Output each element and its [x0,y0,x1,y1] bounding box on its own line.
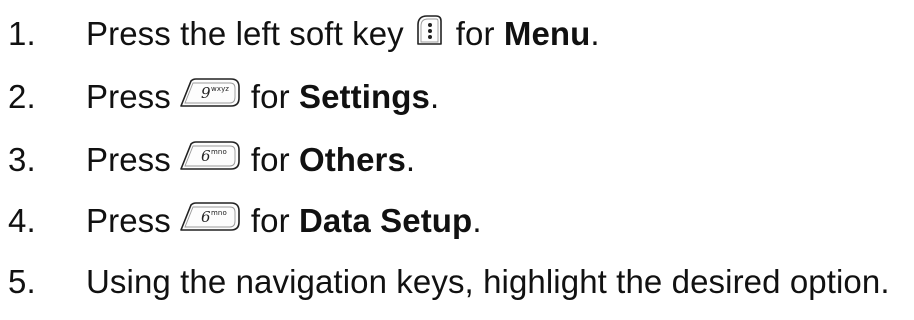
step-text: Press 6 mno for Others . [86,140,415,180]
step-2: 2. Press 9 wxyz for Settings . [0,73,914,121]
step-number: 3. [8,141,36,178]
step-text: Press the left soft key for Menu . [86,13,600,55]
9-wxyz-key-icon: 9 wxyz [179,77,241,117]
step-text-period: . [405,141,416,178]
6-mno-key-icon: 6 mno [179,140,241,180]
step-text-prefix: Press [86,202,171,239]
step-text-period: . [590,15,600,52]
step-text-prefix: Press [86,78,171,115]
step-number: 2. [8,78,36,115]
key-sub-glyph: mno [211,148,227,156]
key-main-glyph: 9 [201,84,211,102]
step-text-for: for [250,202,290,239]
step-5: 5. Using the navigation keys, highlight … [0,258,914,306]
menu-label: Menu [503,15,591,52]
step-text-prefix: Press [86,141,171,178]
key-sub-glyph: mno [211,209,227,217]
step-4: 4. Press 6 mno for Data Setup . [0,197,914,245]
step-1: 1. Press the left soft key for Menu . [0,10,914,58]
settings-label: Settings [298,78,430,115]
step-number: 5. [8,263,36,300]
6-mno-key-icon: 6 mno [179,201,241,241]
step-text-period: . [472,202,482,239]
step-text-for: for [455,15,495,52]
key-main-glyph: 6 [201,147,211,165]
instruction-list: 1. Press the left soft key for Menu . 2.… [0,0,914,320]
step-text: Press 9 wxyz for Settings . [86,77,439,117]
step-text-for: for [250,141,290,178]
step-text-prefix: Press the left soft key [86,15,404,52]
step-text-period: . [429,78,440,115]
data-setup-label: Data Setup [298,202,473,239]
key-main-glyph: 6 [201,208,211,226]
left-soft-key-icon [412,13,446,55]
key-sub-glyph: wxyz [211,85,229,93]
step-number: 4. [8,202,36,239]
step-number: 1. [8,15,36,52]
others-label: Others [298,141,406,178]
step-text: Press 6 mno for Data Setup . [86,201,482,241]
step-text-for: for [250,78,290,115]
step-text-body: Using the navigation keys, highlight the… [86,263,890,300]
step-3: 3. Press 6 mno for Others . [0,136,914,184]
step-text: Using the navigation keys, highlight the… [86,263,890,301]
